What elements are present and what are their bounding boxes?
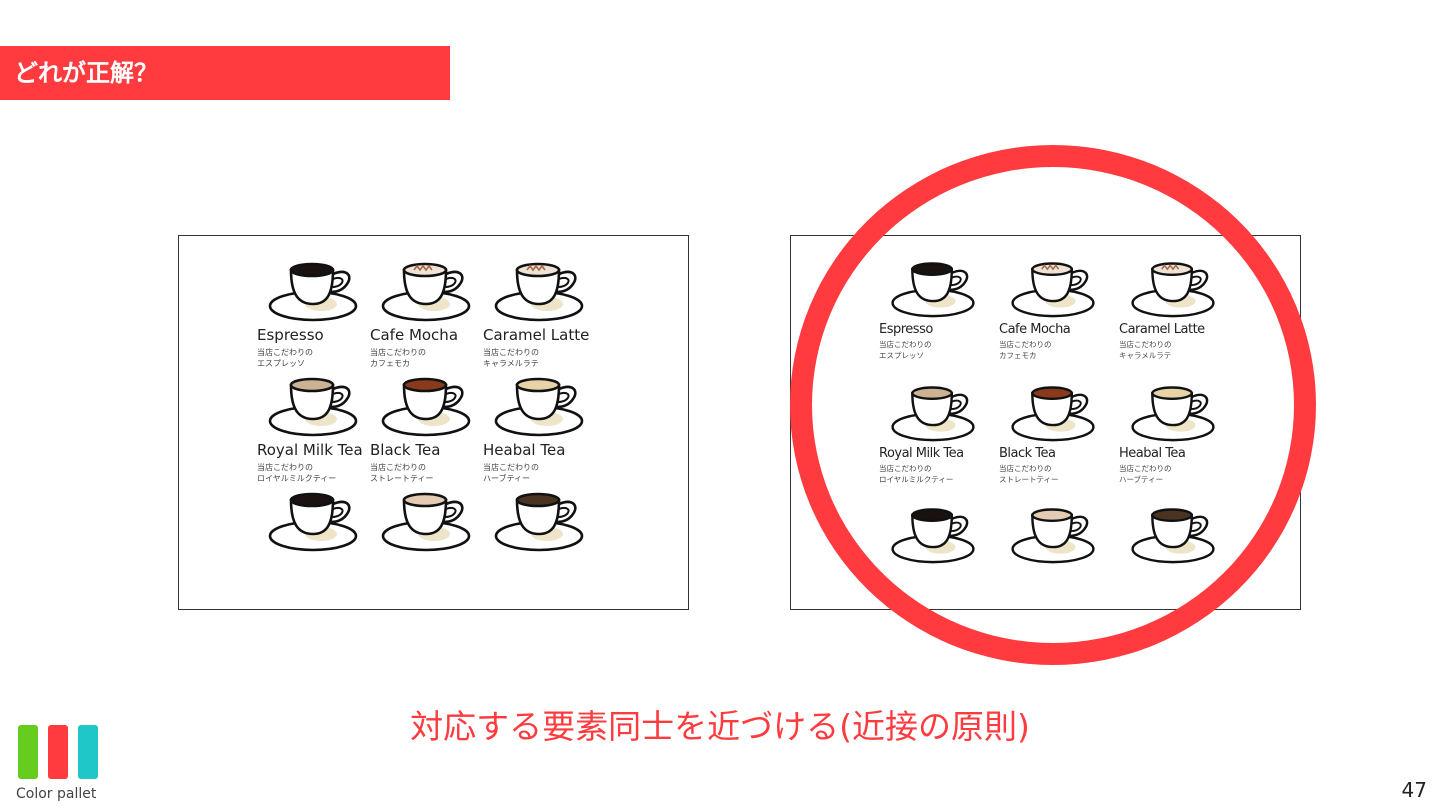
- menu-item-desc-line2: カフェモカ: [370, 359, 410, 369]
- menu-item-desc: 当店こだわりの カフェモカ: [999, 340, 1119, 380]
- menu-item: Black Tea 当店こだわりの ストレートティー: [999, 380, 1119, 504]
- slide-caption: 対応する要素同士を近づける(近接の原則): [410, 707, 1030, 746]
- menu-item-bottom: [999, 502, 1119, 564]
- menu-item-name: Heabal Tea: [1119, 446, 1186, 461]
- menu-item-bottom: [879, 502, 999, 564]
- menu-item: Caramel Latte 当店こだわりの キャラメルラテ: [1119, 256, 1239, 380]
- menu-item-desc-line1: 当店こだわりの: [879, 340, 932, 349]
- menu-item: Espresso 当店こだわりの エスプレッソ: [879, 256, 999, 380]
- menu-panel-left: Espresso 当店こだわりの エスプレッソ Cafe Mocha 当店こだわりの カフ…: [178, 235, 689, 610]
- menu-item-desc-line2: キャラメルラテ: [1119, 350, 1172, 360]
- pallet-label: Color pallet: [16, 786, 97, 802]
- menu-item-desc-line2: キャラメルラテ: [483, 359, 539, 369]
- menu-panel-right: Espresso 当店こだわりの エスプレッソ Cafe Mocha 当店こだわりの カフ…: [790, 235, 1301, 610]
- menu-item-desc-line1: 当店こだわりの: [257, 463, 313, 472]
- page-number: 47: [1401, 778, 1427, 802]
- menu-item-name: Caramel Latte: [483, 326, 590, 344]
- menu-item: Heabal Tea 当店こだわりの ハーブティー: [483, 371, 596, 486]
- menu-item: Royal Milk Tea 当店こだわりの ロイヤルミルクティー: [879, 380, 999, 504]
- menu-item-name: Caramel Latte: [1119, 322, 1205, 337]
- pallet-swatch-green: [18, 725, 38, 779]
- coffee-cup-icon: [381, 262, 471, 322]
- menu-item: Heabal Tea 当店こだわりの ハーブティー: [1119, 380, 1239, 504]
- coffee-cup-icon: [891, 262, 975, 318]
- coffee-cup-icon: [268, 262, 358, 322]
- coffee-cup-icon: [1131, 262, 1215, 318]
- menu-item-desc-line2: エスプレッソ: [257, 359, 305, 369]
- menu-item: Black Tea 当店こだわりの ストレートティー: [370, 371, 483, 486]
- coffee-cup-icon: [1011, 508, 1095, 564]
- menu-item-desc-line1: 当店こだわりの: [1119, 464, 1172, 473]
- color-pallet: [18, 725, 98, 779]
- menu-item-desc-line2: ハーブティー: [483, 474, 531, 484]
- menu-item-desc: 当店こだわりのロイヤルミルクティー: [257, 462, 370, 486]
- coffee-cup-icon: [381, 377, 471, 437]
- pallet-swatch-teal: [78, 725, 98, 779]
- menu-item-desc-line1: 当店こだわりの: [483, 348, 539, 357]
- menu-item-desc-line1: 当店こだわりの: [999, 340, 1052, 349]
- menu-item-desc: 当店こだわりの ロイヤルミルクティー: [879, 464, 999, 504]
- menu-item-desc-line2: ロイヤルミルクティー: [257, 474, 337, 484]
- menu-item-name: Royal Milk Tea: [257, 441, 363, 459]
- menu-item-desc-line2: ロイヤルミルクティー: [879, 474, 954, 484]
- coffee-cup-icon: [381, 492, 471, 552]
- menu-item-desc-line2: ストレートティー: [370, 474, 434, 484]
- menu-item-name: Espresso: [879, 322, 933, 337]
- coffee-cup-icon: [1011, 386, 1095, 442]
- menu-item-name: Cafe Mocha: [999, 322, 1071, 337]
- menu-item-desc-line1: 当店こだわりの: [999, 464, 1052, 473]
- coffee-cup-icon: [494, 492, 584, 552]
- menu-grid-right: Espresso 当店こだわりの エスプレッソ Cafe Mocha 当店こだわりの カフ…: [879, 256, 1239, 564]
- menu-item-desc: 当店こだわりの ハーブティー: [1119, 464, 1239, 504]
- menu-item-desc-line1: 当店こだわりの: [483, 463, 539, 472]
- coffee-cup-icon: [268, 377, 358, 437]
- menu-item-desc: 当店こだわりの エスプレッソ: [879, 340, 999, 380]
- slide-title: どれが正解？: [0, 46, 450, 100]
- menu-item-desc-line2: ハーブティー: [1119, 474, 1164, 484]
- menu-item-desc: 当店こだわりの エスプレッソ: [257, 347, 370, 371]
- menu-item-desc-line1: 当店こだわりの: [257, 348, 313, 357]
- coffee-cup-icon: [891, 508, 975, 564]
- menu-item-desc-line2: ストレートティー: [999, 474, 1059, 484]
- menu-item-desc: 当店こだわりの ストレートティー: [370, 462, 483, 486]
- menu-item: Cafe Mocha 当店こだわりの カフェモカ: [999, 256, 1119, 380]
- menu-item-desc: 当店こだわりの キャラメルラテ: [1119, 340, 1239, 380]
- menu-item-name: Black Tea: [370, 441, 441, 459]
- menu-item-bottom: [483, 486, 596, 552]
- menu-item-desc: 当店こだわりの ハーブティー: [483, 462, 596, 486]
- menu-item-desc-line2: カフェモカ: [999, 350, 1037, 360]
- coffee-cup-icon: [268, 492, 358, 552]
- menu-item-bottom: [257, 486, 370, 552]
- menu-grid-left: Espresso 当店こだわりの エスプレッソ Cafe Mocha 当店こだわりの カフ…: [257, 256, 596, 552]
- menu-item-desc-line1: 当店こだわりの: [879, 464, 932, 473]
- menu-item-desc: 当店こだわりの カフェモカ: [370, 347, 483, 371]
- menu-item-name: Royal Milk Tea: [879, 446, 964, 461]
- coffee-cup-icon: [1131, 508, 1215, 564]
- menu-item-desc-line1: 当店こだわりの: [1119, 340, 1172, 349]
- menu-item-name: Espresso: [257, 326, 324, 344]
- menu-item: Royal Milk Tea 当店こだわりのロイヤルミルクティー: [257, 371, 370, 486]
- pallet-swatch-red: [48, 725, 68, 779]
- menu-item-name: Black Tea: [999, 446, 1056, 461]
- menu-item-name: Cafe Mocha: [370, 326, 459, 344]
- menu-item-desc-line2: エスプレッソ: [879, 350, 924, 360]
- menu-item-desc-line1: 当店こだわりの: [370, 463, 426, 472]
- menu-item: Espresso 当店こだわりの エスプレッソ: [257, 256, 370, 371]
- coffee-cup-icon: [1131, 386, 1215, 442]
- coffee-cup-icon: [494, 262, 584, 322]
- menu-item-bottom: [1119, 502, 1239, 564]
- menu-item: Caramel Latte 当店こだわりの キャラメルラテ: [483, 256, 596, 371]
- coffee-cup-icon: [1011, 262, 1095, 318]
- menu-item-desc: 当店こだわりの キャラメルラテ: [483, 347, 596, 371]
- menu-item-desc-line1: 当店こだわりの: [370, 348, 426, 357]
- menu-item-desc: 当店こだわりの ストレートティー: [999, 464, 1119, 504]
- menu-item: Cafe Mocha 当店こだわりの カフェモカ: [370, 256, 483, 371]
- menu-item-bottom: [370, 486, 483, 552]
- menu-item-name: Heabal Tea: [483, 441, 566, 459]
- coffee-cup-icon: [494, 377, 584, 437]
- coffee-cup-icon: [891, 386, 975, 442]
